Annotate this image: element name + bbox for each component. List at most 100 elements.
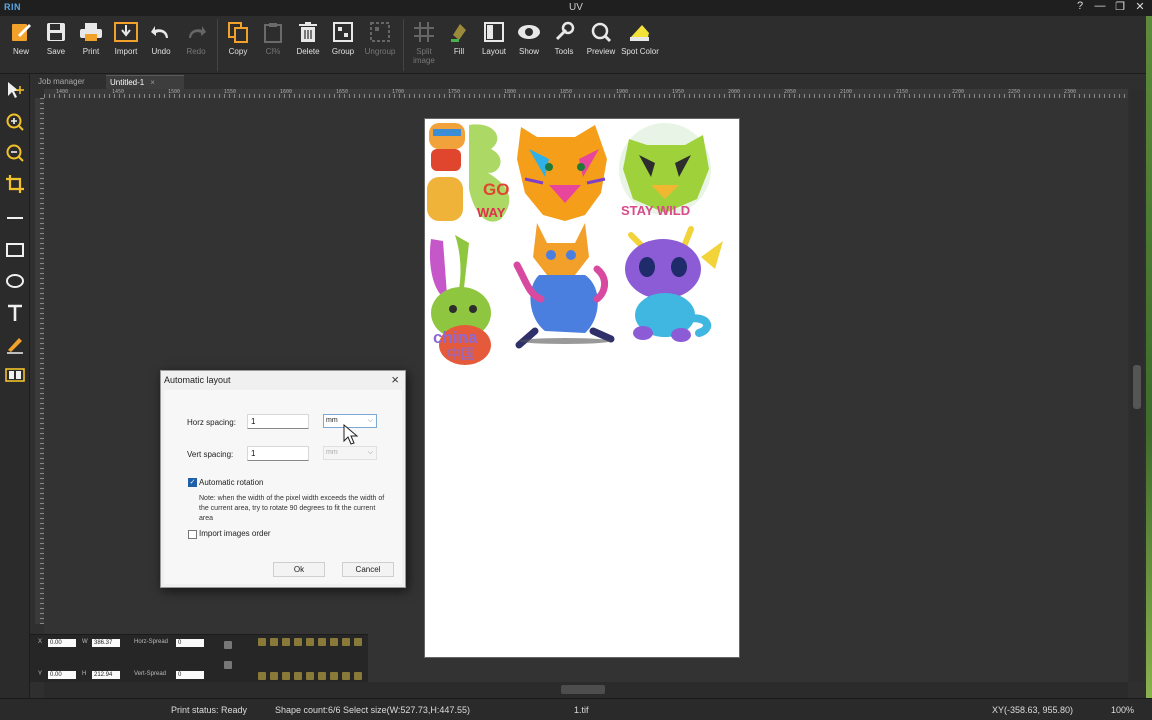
send-back-icon[interactable] xyxy=(318,672,326,680)
zoom-in-icon[interactable] xyxy=(3,110,27,134)
window-title: UV xyxy=(569,2,583,13)
app-window: RIN UV ? — ❐ ✕ New Save Print Import Und… xyxy=(0,0,1152,720)
svg-text:china: china xyxy=(433,328,478,347)
align-middle-icon[interactable] xyxy=(306,638,314,646)
automatic-rotation-checkbox[interactable]: ✓ xyxy=(188,478,197,487)
group-button[interactable]: Group xyxy=(326,16,360,72)
copy-button[interactable]: Copy xyxy=(221,16,255,72)
select-tool-icon[interactable] xyxy=(3,78,27,102)
flip-v-icon[interactable] xyxy=(294,672,302,680)
dragon-baby-art[interactable] xyxy=(625,226,723,342)
tiger-head-art[interactable] xyxy=(517,125,607,221)
delete-button[interactable]: Delete xyxy=(291,16,325,72)
import-images-order-checkbox[interactable] xyxy=(188,530,197,539)
cat-running-art[interactable] xyxy=(513,223,615,349)
vert-spread-field[interactable]: 0 xyxy=(176,671,204,679)
zoom-out-icon[interactable] xyxy=(3,141,27,165)
ok-button[interactable]: Ok xyxy=(273,562,325,577)
scroll-thumb[interactable] xyxy=(1133,365,1141,409)
print-status: Print status: Ready xyxy=(171,705,248,715)
dialog-close-icon[interactable]: × xyxy=(391,372,399,387)
mirror-icon[interactable] xyxy=(224,661,232,669)
split-image-button[interactable]: Split image xyxy=(407,16,441,72)
width-field[interactable]: 386.37 xyxy=(92,639,120,647)
horizontal-scrollbar[interactable] xyxy=(44,682,1128,698)
print-page[interactable]: GO WAY STAY WILD china 中国 xyxy=(424,118,740,658)
cancel-button[interactable]: Cancel xyxy=(342,562,394,577)
tools-button[interactable]: Tools xyxy=(547,16,581,72)
lock-icon[interactable] xyxy=(330,672,338,680)
print-button[interactable]: Print xyxy=(74,16,108,72)
minimize-button[interactable]: — xyxy=(1094,0,1106,13)
ellipse-tool-icon[interactable] xyxy=(3,269,27,293)
vertical-scrollbar[interactable] xyxy=(1130,89,1144,682)
vert-unit-select[interactable]: mm ⌵ xyxy=(323,446,377,460)
align-icon[interactable] xyxy=(224,641,232,649)
save-button[interactable]: Save xyxy=(39,16,73,72)
horz-spread-field[interactable]: 0 xyxy=(176,639,204,647)
ruler-tick-label: 1450 xyxy=(112,89,125,95)
rectangle-tool-icon[interactable] xyxy=(3,238,27,262)
crop-icon[interactable] xyxy=(3,172,27,196)
undo-button[interactable]: Undo xyxy=(144,16,178,72)
rotate-right-icon[interactable] xyxy=(270,672,278,680)
split-image-icon xyxy=(412,20,436,44)
ruler-tick-label: 1800 xyxy=(504,89,517,95)
x-position-field[interactable]: 0.00 xyxy=(48,639,76,647)
horz-spacing-label: Horz spacing: xyxy=(187,418,236,427)
scroll-thumb[interactable] xyxy=(561,685,605,694)
ruler-tick-label: 1550 xyxy=(224,89,237,95)
same-size-icon[interactable] xyxy=(354,638,362,646)
align-right-icon[interactable] xyxy=(282,638,290,646)
new-document-icon xyxy=(9,20,33,44)
spot-color-button[interactable]: Spot Color xyxy=(621,16,659,72)
text-tool-icon[interactable] xyxy=(3,301,27,325)
center-page-icon[interactable] xyxy=(354,672,362,680)
new-button[interactable]: New xyxy=(4,16,38,72)
bring-front-icon[interactable] xyxy=(306,672,314,680)
horz-spacing-input[interactable] xyxy=(247,414,309,429)
line-tool-icon[interactable] xyxy=(3,206,27,230)
title-bar: RIN UV ? — ❐ ✕ xyxy=(0,0,1152,16)
close-tab-icon[interactable]: × xyxy=(150,78,155,87)
import-button[interactable]: Import xyxy=(109,16,143,72)
ruler-tick-label: 2300 xyxy=(1064,89,1077,95)
panels-tool-icon[interactable] xyxy=(3,363,27,387)
ruler-tick-label: 2100 xyxy=(840,89,853,95)
y-position-field[interactable]: 0.00 xyxy=(48,671,76,679)
left-toolbar xyxy=(0,74,30,704)
rotate-left-icon[interactable] xyxy=(258,672,266,680)
svg-text:WAY: WAY xyxy=(477,205,506,220)
align-top-icon[interactable] xyxy=(294,638,302,646)
pen-tool-icon[interactable] xyxy=(3,332,27,356)
distribute-v-icon[interactable] xyxy=(342,638,350,646)
show-button[interactable]: Show xyxy=(512,16,546,72)
zoom-level: 100% xyxy=(1111,705,1135,715)
paste-button[interactable]: Cl% xyxy=(256,16,290,72)
close-window-button[interactable]: ✕ xyxy=(1134,0,1146,13)
unlock-icon[interactable] xyxy=(342,672,350,680)
chevron-down-icon: ⌵ xyxy=(367,449,373,456)
align-center-icon[interactable] xyxy=(270,638,278,646)
preview-button[interactable]: Preview xyxy=(582,16,620,72)
vert-spacing-input[interactable] xyxy=(247,446,309,461)
distribute-h-icon[interactable] xyxy=(330,638,338,646)
redo-button[interactable]: Redo xyxy=(179,16,213,72)
height-field[interactable]: 212.94 xyxy=(92,671,120,679)
tiger-stay-wild-art[interactable]: STAY WILD xyxy=(619,123,711,218)
help-icon[interactable]: ? xyxy=(1074,0,1086,13)
align-bottom-icon[interactable] xyxy=(318,638,326,646)
burger-character-art[interactable]: GO WAY xyxy=(427,123,509,222)
tab-job-manager[interactable]: Job manager xyxy=(34,75,104,89)
layout-button[interactable]: Layout xyxy=(477,16,511,72)
flip-h-icon[interactable] xyxy=(282,672,290,680)
tab-untitled-1[interactable]: Untitled-1 × xyxy=(106,75,184,89)
spot-color-icon xyxy=(628,20,652,44)
fill-button[interactable]: Fill xyxy=(442,16,476,72)
import-images-order-label: Import images order xyxy=(199,529,271,538)
maximize-button[interactable]: ❐ xyxy=(1114,0,1126,13)
align-left-icon[interactable] xyxy=(258,638,266,646)
rabbit-china-art[interactable]: china 中国 xyxy=(429,235,491,365)
svg-text:中国: 中国 xyxy=(447,346,475,362)
ungroup-button[interactable]: Ungroup xyxy=(361,16,399,72)
